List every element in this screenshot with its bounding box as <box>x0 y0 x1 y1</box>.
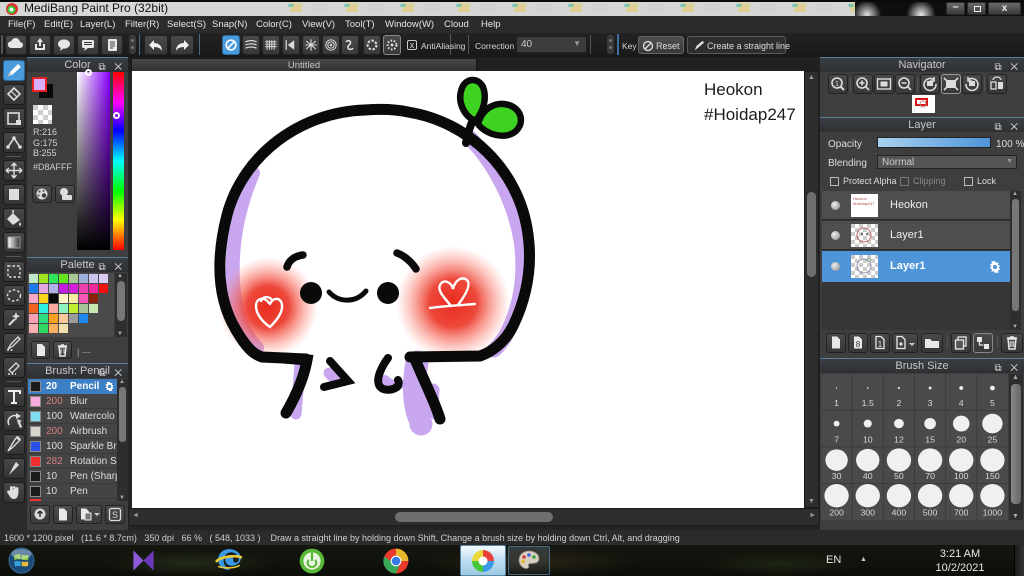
svg-text:50: 50 <box>894 471 904 481</box>
svg-text:5: 5 <box>990 398 995 408</box>
svg-text:4: 4 <box>959 398 964 408</box>
svg-text:40: 40 <box>863 471 873 481</box>
svg-text:400: 400 <box>892 507 907 517</box>
svg-text:200: 200 <box>829 507 844 517</box>
svg-text:100: 100 <box>954 471 969 481</box>
svg-text:30: 30 <box>832 471 842 481</box>
svg-text:S: S <box>112 510 118 520</box>
svg-text:7: 7 <box>834 434 839 444</box>
svg-text:300: 300 <box>860 507 875 517</box>
svg-text:12: 12 <box>894 434 904 444</box>
svg-text:1.5: 1.5 <box>862 398 874 408</box>
svg-text:8: 8 <box>856 340 861 349</box>
svg-text:1: 1 <box>878 340 883 349</box>
svg-text:1000: 1000 <box>983 507 1003 517</box>
svg-text:20: 20 <box>956 434 966 444</box>
svg-text:500: 500 <box>923 507 938 517</box>
svg-text:2: 2 <box>896 398 901 408</box>
svg-text:25: 25 <box>988 434 998 444</box>
svg-text:150: 150 <box>985 471 1000 481</box>
svg-text:3: 3 <box>928 398 933 408</box>
svg-text:1: 1 <box>834 398 839 408</box>
svg-text:15: 15 <box>925 434 935 444</box>
svg-text:70: 70 <box>925 471 935 481</box>
svg-text:1: 1 <box>835 81 839 88</box>
svg-text:10: 10 <box>863 434 873 444</box>
svg-text:700: 700 <box>954 507 969 517</box>
